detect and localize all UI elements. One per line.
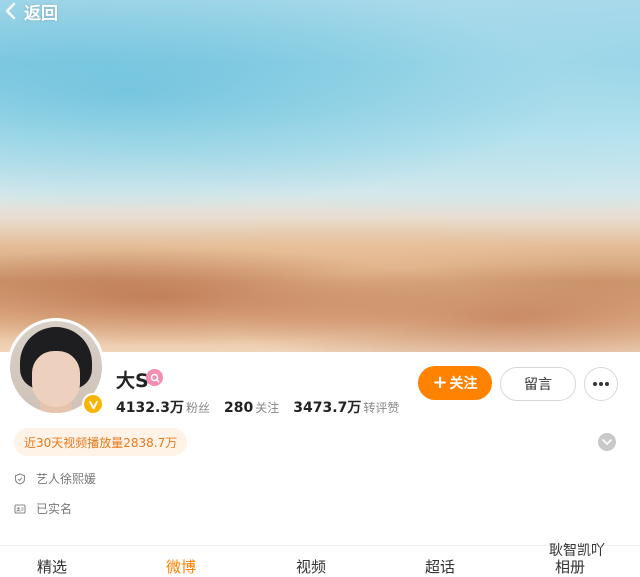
verified-icon — [82, 393, 104, 415]
follow-label: 关注 — [449, 376, 478, 392]
stat-followers[interactable]: 4132.3万 粉丝 — [116, 397, 210, 417]
video-play-count-badge[interactable]: 近30天视频播放量2838.7万 — [14, 428, 188, 456]
cover-sand — [0, 220, 640, 352]
plus-icon: + — [432, 372, 448, 393]
certification-text: 艺人徐熙媛 — [36, 472, 97, 486]
id-card-icon — [14, 503, 26, 514]
stat-label: 粉丝 — [186, 401, 211, 415]
back-label: 返回 — [24, 3, 58, 24]
stat-value: 4132.3万 — [116, 400, 185, 416]
play-count-text: 近30天视频播放量2838.7万 — [24, 435, 178, 450]
cover-banner — [0, 0, 640, 352]
tab-supertopic[interactable]: 超话 — [425, 556, 455, 577]
expand-button[interactable] — [598, 433, 616, 451]
message-label: 留言 — [524, 377, 552, 393]
tab-video[interactable]: 视频 — [296, 556, 326, 577]
stat-value: 280 — [224, 400, 254, 416]
profile-tabs: 精选 微博 视频 超话 相册 — [0, 552, 640, 577]
back-button[interactable]: 返回 — [4, 0, 58, 24]
stat-value: 3473.7万 — [293, 400, 362, 416]
tab-featured[interactable]: 精选 — [37, 556, 67, 577]
stat-label: 关注 — [255, 401, 280, 415]
divider — [0, 545, 640, 546]
message-button[interactable]: 留言 — [500, 367, 576, 401]
realname-text: 已实名 — [36, 502, 73, 516]
follow-button[interactable]: + 关注 — [418, 366, 492, 400]
info-row-certification: 艺人徐熙媛 — [14, 470, 96, 487]
chevron-left-icon — [5, 2, 16, 20]
stat-label: 转评赞 — [363, 401, 400, 415]
profile-name: 大S — [116, 370, 149, 392]
tab-weibo[interactable]: 微博 — [166, 556, 196, 577]
profile-stats: 4132.3万 粉丝 280 关注 3473.7万 转评赞 — [116, 397, 413, 417]
shield-icon — [14, 472, 26, 485]
info-row-realname: 已实名 — [14, 500, 72, 517]
chevron-down-icon — [602, 439, 612, 445]
avatar-face — [32, 351, 80, 407]
member-badge-icon[interactable] — [146, 369, 163, 386]
cover-sea — [0, 0, 640, 230]
more-icon — [593, 382, 609, 386]
stat-reposts-comments-likes[interactable]: 3473.7万 转评赞 — [293, 397, 399, 417]
stat-following[interactable]: 280 关注 — [224, 399, 279, 416]
watermark: 耿智凯吖 — [549, 543, 605, 559]
more-button[interactable] — [584, 367, 618, 401]
